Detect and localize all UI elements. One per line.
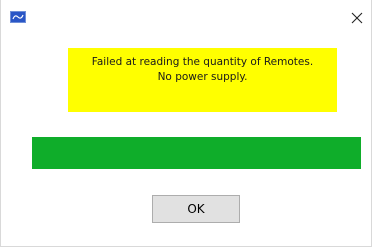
close-button[interactable]	[345, 6, 369, 30]
close-icon	[351, 12, 363, 24]
dialog-window: Failed at reading the quantity of Remote…	[0, 0, 372, 247]
error-message-box: Failed at reading the quantity of Remote…	[68, 48, 337, 112]
application-logo-icon	[10, 11, 26, 23]
title-bar[interactable]	[1, 0, 371, 34]
error-message-line-2: No power supply.	[157, 71, 248, 83]
status-indicator-bar	[32, 137, 361, 169]
ok-button[interactable]: OK	[152, 195, 240, 223]
error-message-line-1: Failed at reading the quantity of Remote…	[91, 56, 314, 68]
ok-button-label: OK	[187, 202, 205, 216]
